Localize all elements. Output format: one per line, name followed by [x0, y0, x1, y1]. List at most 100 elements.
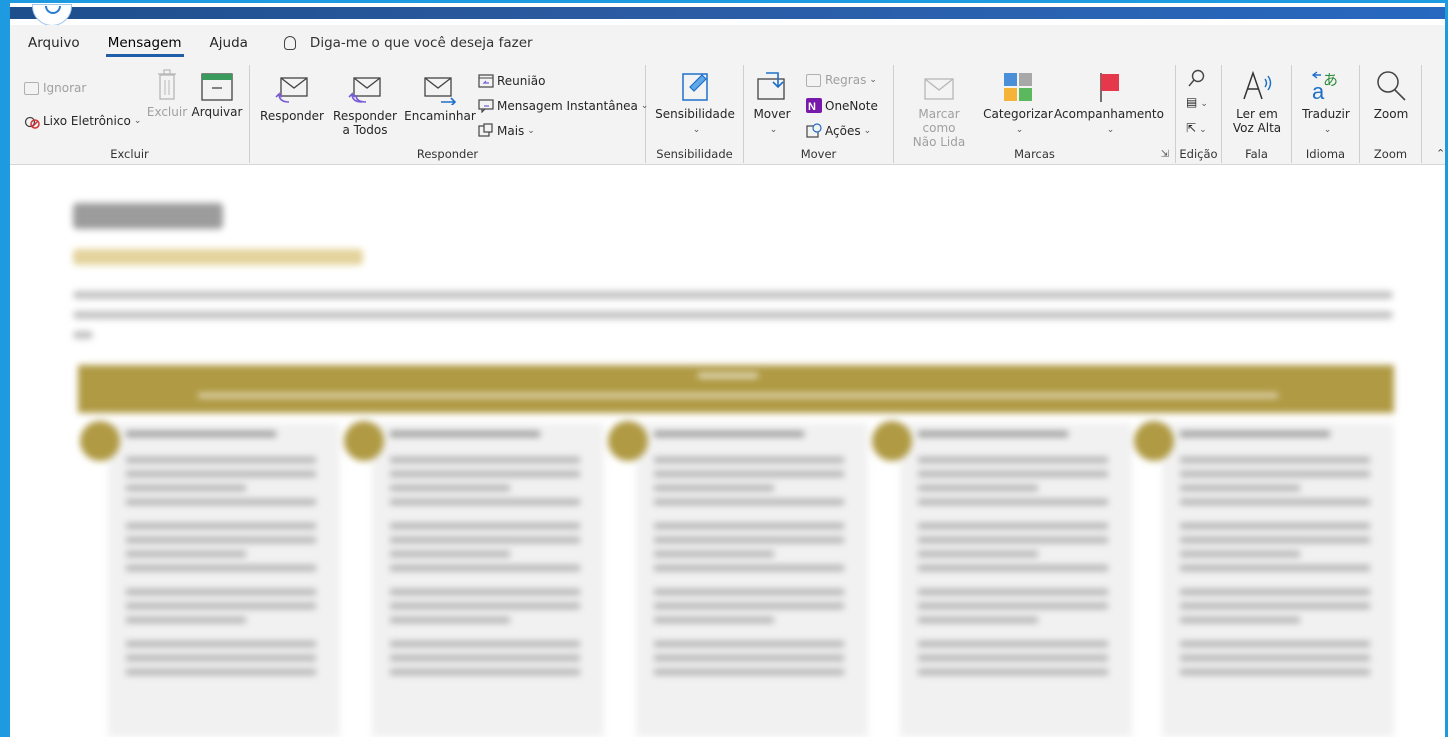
ler-voz-alta-button[interactable]: Ler em Voz Alta	[1226, 69, 1288, 135]
blurred-text-bar	[126, 499, 316, 505]
im-icon	[478, 99, 494, 113]
blurred-column	[608, 421, 868, 737]
blurred-text-bar	[654, 565, 844, 571]
sensitivity-icon	[682, 73, 708, 101]
blurred-line	[73, 291, 1393, 299]
blurred-text-bar	[1180, 565, 1370, 571]
blurred-text-bar	[390, 537, 580, 543]
blurred-text-bar	[390, 603, 580, 609]
blurred-text-bar	[390, 565, 580, 571]
group-edicao: ▤ ⌄ ⇱ ⌄ Edição	[1176, 65, 1222, 163]
blurred-text-bar	[126, 617, 246, 623]
blurred-text-bar	[918, 499, 1108, 505]
blurred-text-bar	[126, 551, 246, 557]
blurred-text-bar	[654, 499, 844, 505]
blurred-text-bar	[126, 603, 316, 609]
encaminhar-button[interactable]: Encaminhar	[404, 75, 476, 123]
svg-text:あ: あ	[1323, 71, 1338, 89]
lightbulb-icon	[283, 36, 296, 50]
excluir-button[interactable]: Excluir	[144, 69, 190, 119]
message-body	[10, 165, 1445, 737]
responder-button[interactable]: Responder	[260, 75, 324, 123]
blurred-text-bar	[126, 669, 316, 675]
blurred-text-bar	[654, 523, 844, 529]
select-icon[interactable]: ⇱ ⌄	[1186, 121, 1207, 135]
blurred-text-bar	[126, 589, 316, 595]
blurred-text-bar	[918, 523, 1108, 529]
junk-icon	[24, 116, 40, 129]
reuniao-button[interactable]: Reunião	[478, 73, 545, 88]
blurred-text-bar	[1180, 499, 1370, 505]
acompanhamento-button[interactable]: Acompanhamento ⌄	[1054, 71, 1164, 137]
sensibilidade-button[interactable]: Sensibilidade ⌄	[650, 69, 740, 137]
title-gradient	[10, 0, 1445, 19]
blurred-text-bar	[1180, 457, 1370, 463]
blurred-text-bar	[918, 471, 1108, 477]
onenote-button[interactable]: N OneNote	[806, 98, 878, 113]
tab-arquivo[interactable]: Arquivo	[10, 25, 94, 61]
outlook-window: Arquivo Mensagem Ajuda Diga-me o que voc…	[0, 0, 1448, 737]
group-fala: Ler em Voz Alta Fala	[1222, 65, 1292, 163]
blurred-text-bar	[390, 655, 580, 661]
meeting-icon	[478, 74, 494, 88]
blurred-text-bar	[1180, 603, 1370, 609]
replace-icon[interactable]: ▤ ⌄	[1186, 95, 1208, 109]
blurred-text-bar	[1180, 537, 1370, 543]
blurred-text-bar	[126, 431, 276, 437]
tab-ajuda[interactable]: Ajuda	[196, 25, 262, 61]
blurred-column	[872, 421, 1132, 737]
group-label-excluir: Excluir	[110, 147, 149, 161]
blurred-text-bar	[1180, 617, 1300, 623]
group-label-fala: Fala	[1245, 147, 1268, 161]
translate-icon: aあ	[1311, 71, 1338, 103]
responder-todos-button[interactable]: Responder a Todos	[332, 75, 398, 137]
tell-me-box[interactable]: Diga-me o que você deseja fazer	[283, 35, 533, 51]
zoom-button[interactable]: Zoom	[1364, 69, 1418, 121]
title-band	[10, 0, 1445, 26]
blurred-text-bar	[390, 471, 580, 477]
blurred-text-bar	[654, 471, 844, 477]
tab-mensagem[interactable]: Mensagem	[94, 25, 196, 61]
group-label-mover: Mover	[800, 147, 837, 161]
mark-unread-icon	[924, 78, 954, 100]
blurred-line	[73, 331, 93, 339]
blurred-text-bar	[1180, 641, 1370, 647]
blurred-text-bar	[654, 655, 844, 661]
categorizar-button[interactable]: Categorizar ⌄	[980, 71, 1056, 137]
blurred-text-bar	[126, 457, 316, 463]
group-label-responder: Responder	[416, 147, 479, 161]
mover-button[interactable]: Mover ⌄	[750, 71, 794, 137]
zoom-icon	[1377, 71, 1406, 101]
blurred-text-bar	[390, 523, 580, 529]
traduzir-button[interactable]: aあ Traduzir ⌄	[1296, 69, 1356, 137]
blurred-text-bar	[1180, 669, 1370, 675]
blurred-text-bar	[654, 537, 844, 543]
flag-icon	[1100, 73, 1119, 102]
mensagem-instantanea-button[interactable]: Mensagem Instantânea ⌄	[478, 98, 648, 113]
tell-me-text: Diga-me o que você deseja fazer	[309, 35, 533, 51]
blurred-text-bar	[654, 589, 844, 595]
ignorar-button[interactable]: Ignorar	[24, 81, 86, 95]
acoes-button[interactable]: Ações ⌄	[806, 123, 871, 138]
dialog-launcher-icon[interactable]: ⇲	[1161, 149, 1169, 160]
collapse-ribbon-icon[interactable]: ⌃	[1436, 147, 1445, 160]
blurred-text-bar	[1180, 471, 1370, 477]
move-icon	[757, 72, 785, 100]
outlook-logo-icon	[32, 4, 72, 26]
mais-button[interactable]: Mais ⌄	[478, 123, 535, 138]
blurred-text-bar	[654, 669, 844, 675]
blurred-message-content	[10, 165, 1445, 737]
ignore-icon	[24, 81, 39, 95]
lixo-eletronico-button[interactable]: Lixo Eletrônico ⌄	[24, 113, 141, 129]
arquivar-button[interactable]: Arquivar	[190, 73, 244, 119]
menu-bar: Arquivo Mensagem Ajuda Diga-me o que voc…	[10, 25, 1445, 61]
archive-icon	[201, 73, 233, 101]
marcar-nao-lida-button[interactable]: Marcar como Não Lida	[904, 73, 974, 149]
delete-icon	[158, 69, 176, 100]
regras-button[interactable]: Regras ⌄	[806, 73, 877, 87]
blurred-line	[73, 311, 1393, 319]
blurred-text-bar	[1180, 523, 1370, 529]
search-icon[interactable]	[1188, 69, 1206, 87]
group-label-idioma: Idioma	[1305, 147, 1346, 161]
group-label-edicao: Edição	[1179, 147, 1218, 161]
